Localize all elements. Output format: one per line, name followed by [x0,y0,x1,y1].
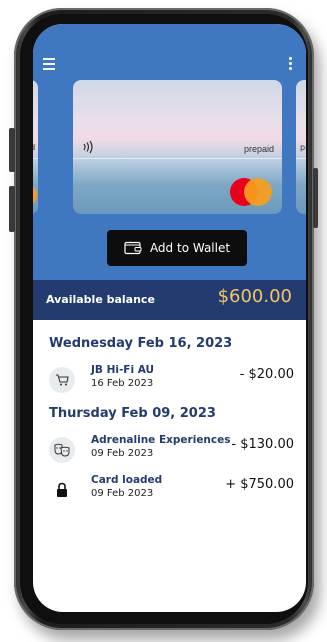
power-button [313,168,318,228]
card-previous-label: aid [33,143,35,152]
wallet-icon [124,241,142,255]
mastercard-logo-icon [230,178,272,206]
phone-screen: aid prepaid pr Add to Wallet [33,24,306,612]
available-balance-bar: Available balance $600.00 [33,280,306,320]
more-vertical-icon[interactable] [287,57,293,71]
card-next-label: pr [300,143,306,152]
card-next[interactable]: pr [296,80,306,214]
card-previous[interactable]: aid [33,80,38,214]
transaction-merchant: JB Hi-Fi AU [91,364,155,376]
balance-label: Available balance [46,293,155,306]
balance-amount: $600.00 [217,286,292,307]
transaction-date: 16 Feb 2023 [91,378,154,389]
contactless-icon [83,140,93,154]
date-header: Thursday Feb 09, 2023 [49,406,216,421]
transaction-amount: + $750.00 [225,477,294,492]
transaction-merchant: Card loaded [91,474,163,486]
lock-icon [49,477,75,503]
transaction-date: 09 Feb 2023 [91,448,154,459]
add-to-wallet-label: Add to Wallet [149,241,231,255]
card-type-label: prepaid [243,144,274,154]
date-header: Wednesday Feb 16, 2023 [49,336,233,351]
volume-up-button [9,128,15,172]
add-to-wallet-button[interactable]: Add to Wallet [107,230,247,266]
transaction-row[interactable]: Card loaded 09 Feb 2023 + $750.00 [49,474,294,506]
shopping-cart-icon [49,367,75,393]
transaction-amount: - $20.00 [239,367,294,382]
prepaid-card[interactable]: prepaid [73,80,282,214]
transaction-merchant: Adrenaline Experiences [91,434,231,446]
transaction-row[interactable]: Adrenaline Experiences 09 Feb 2023 - $13… [49,434,294,466]
transaction-amount: - $130.00 [231,437,294,452]
card-carousel-area: aid prepaid pr Add to Wallet [33,24,306,280]
transaction-date: 09 Feb 2023 [91,488,154,499]
theatre-masks-icon [49,437,75,463]
mastercard-logo-partial [33,184,37,206]
volume-down-button [9,186,15,232]
hamburger-menu-icon[interactable] [43,58,57,70]
transaction-row[interactable]: JB Hi-Fi AU 16 Feb 2023 - $20.00 [49,364,294,396]
